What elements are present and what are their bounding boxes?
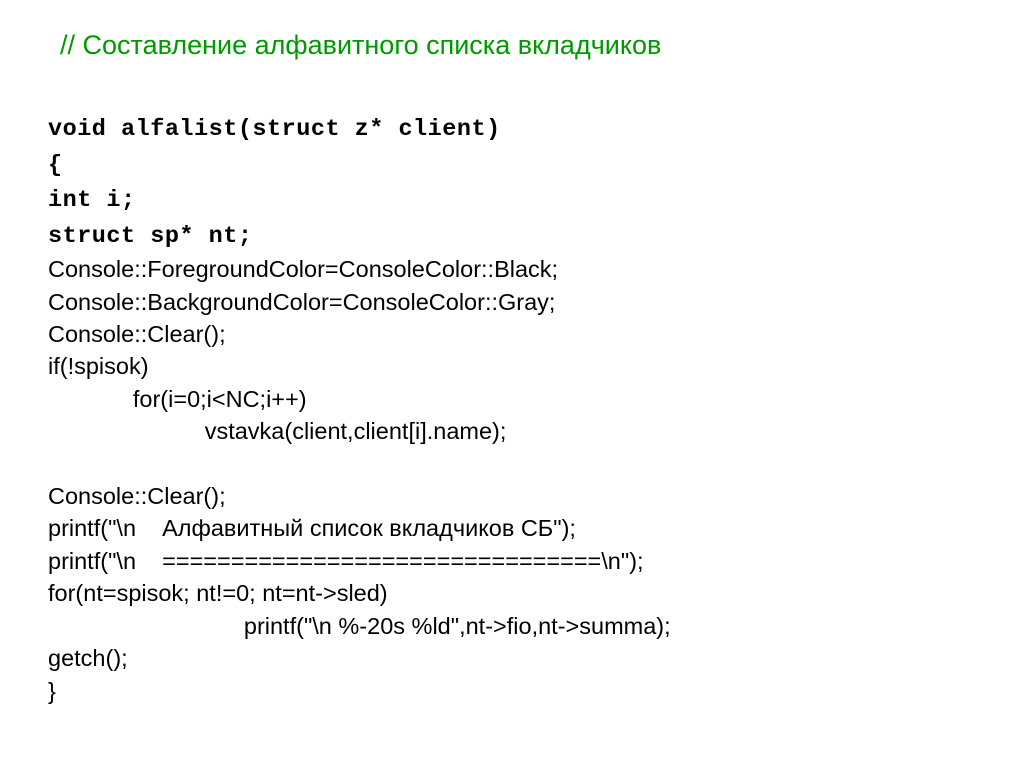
slide-content: // Составление алфавитного списка вкладч… — [0, 0, 1024, 737]
code-line: for(nt=spisok; nt!=0; nt=nt->sled) — [48, 580, 388, 606]
code-line: Console::Clear(); — [48, 483, 226, 509]
code-line: } — [48, 678, 56, 704]
code-line: void alfalist(struct z* client) — [48, 116, 501, 143]
code-line: printf("\n =============================… — [48, 548, 644, 574]
code-line: struct sp* nt; — [48, 223, 252, 250]
code-block: void alfalist(struct z* client) { int i;… — [48, 79, 976, 707]
code-line: Console::BackgroundColor=ConsoleColor::G… — [48, 289, 555, 315]
code-line: printf("\n Алфавитный список вкладчиков … — [48, 515, 576, 541]
code-line: int i; — [48, 187, 136, 214]
code-line: Console::ForegroundColor=ConsoleColor::B… — [48, 256, 558, 282]
code-line: Console::Clear(); — [48, 321, 226, 347]
code-line: for(i=0;i<NC;i++) — [48, 386, 307, 412]
slide-title: // Составление алфавитного списка вкладч… — [60, 30, 976, 61]
code-line: if(!spisok) — [48, 353, 149, 379]
code-line: vstavka(client,client[i].name); — [48, 418, 506, 444]
code-line: { — [48, 152, 63, 179]
code-line: printf("\n %-20s %ld",nt->fio,nt->summa)… — [48, 613, 671, 639]
code-line: getch(); — [48, 645, 128, 671]
